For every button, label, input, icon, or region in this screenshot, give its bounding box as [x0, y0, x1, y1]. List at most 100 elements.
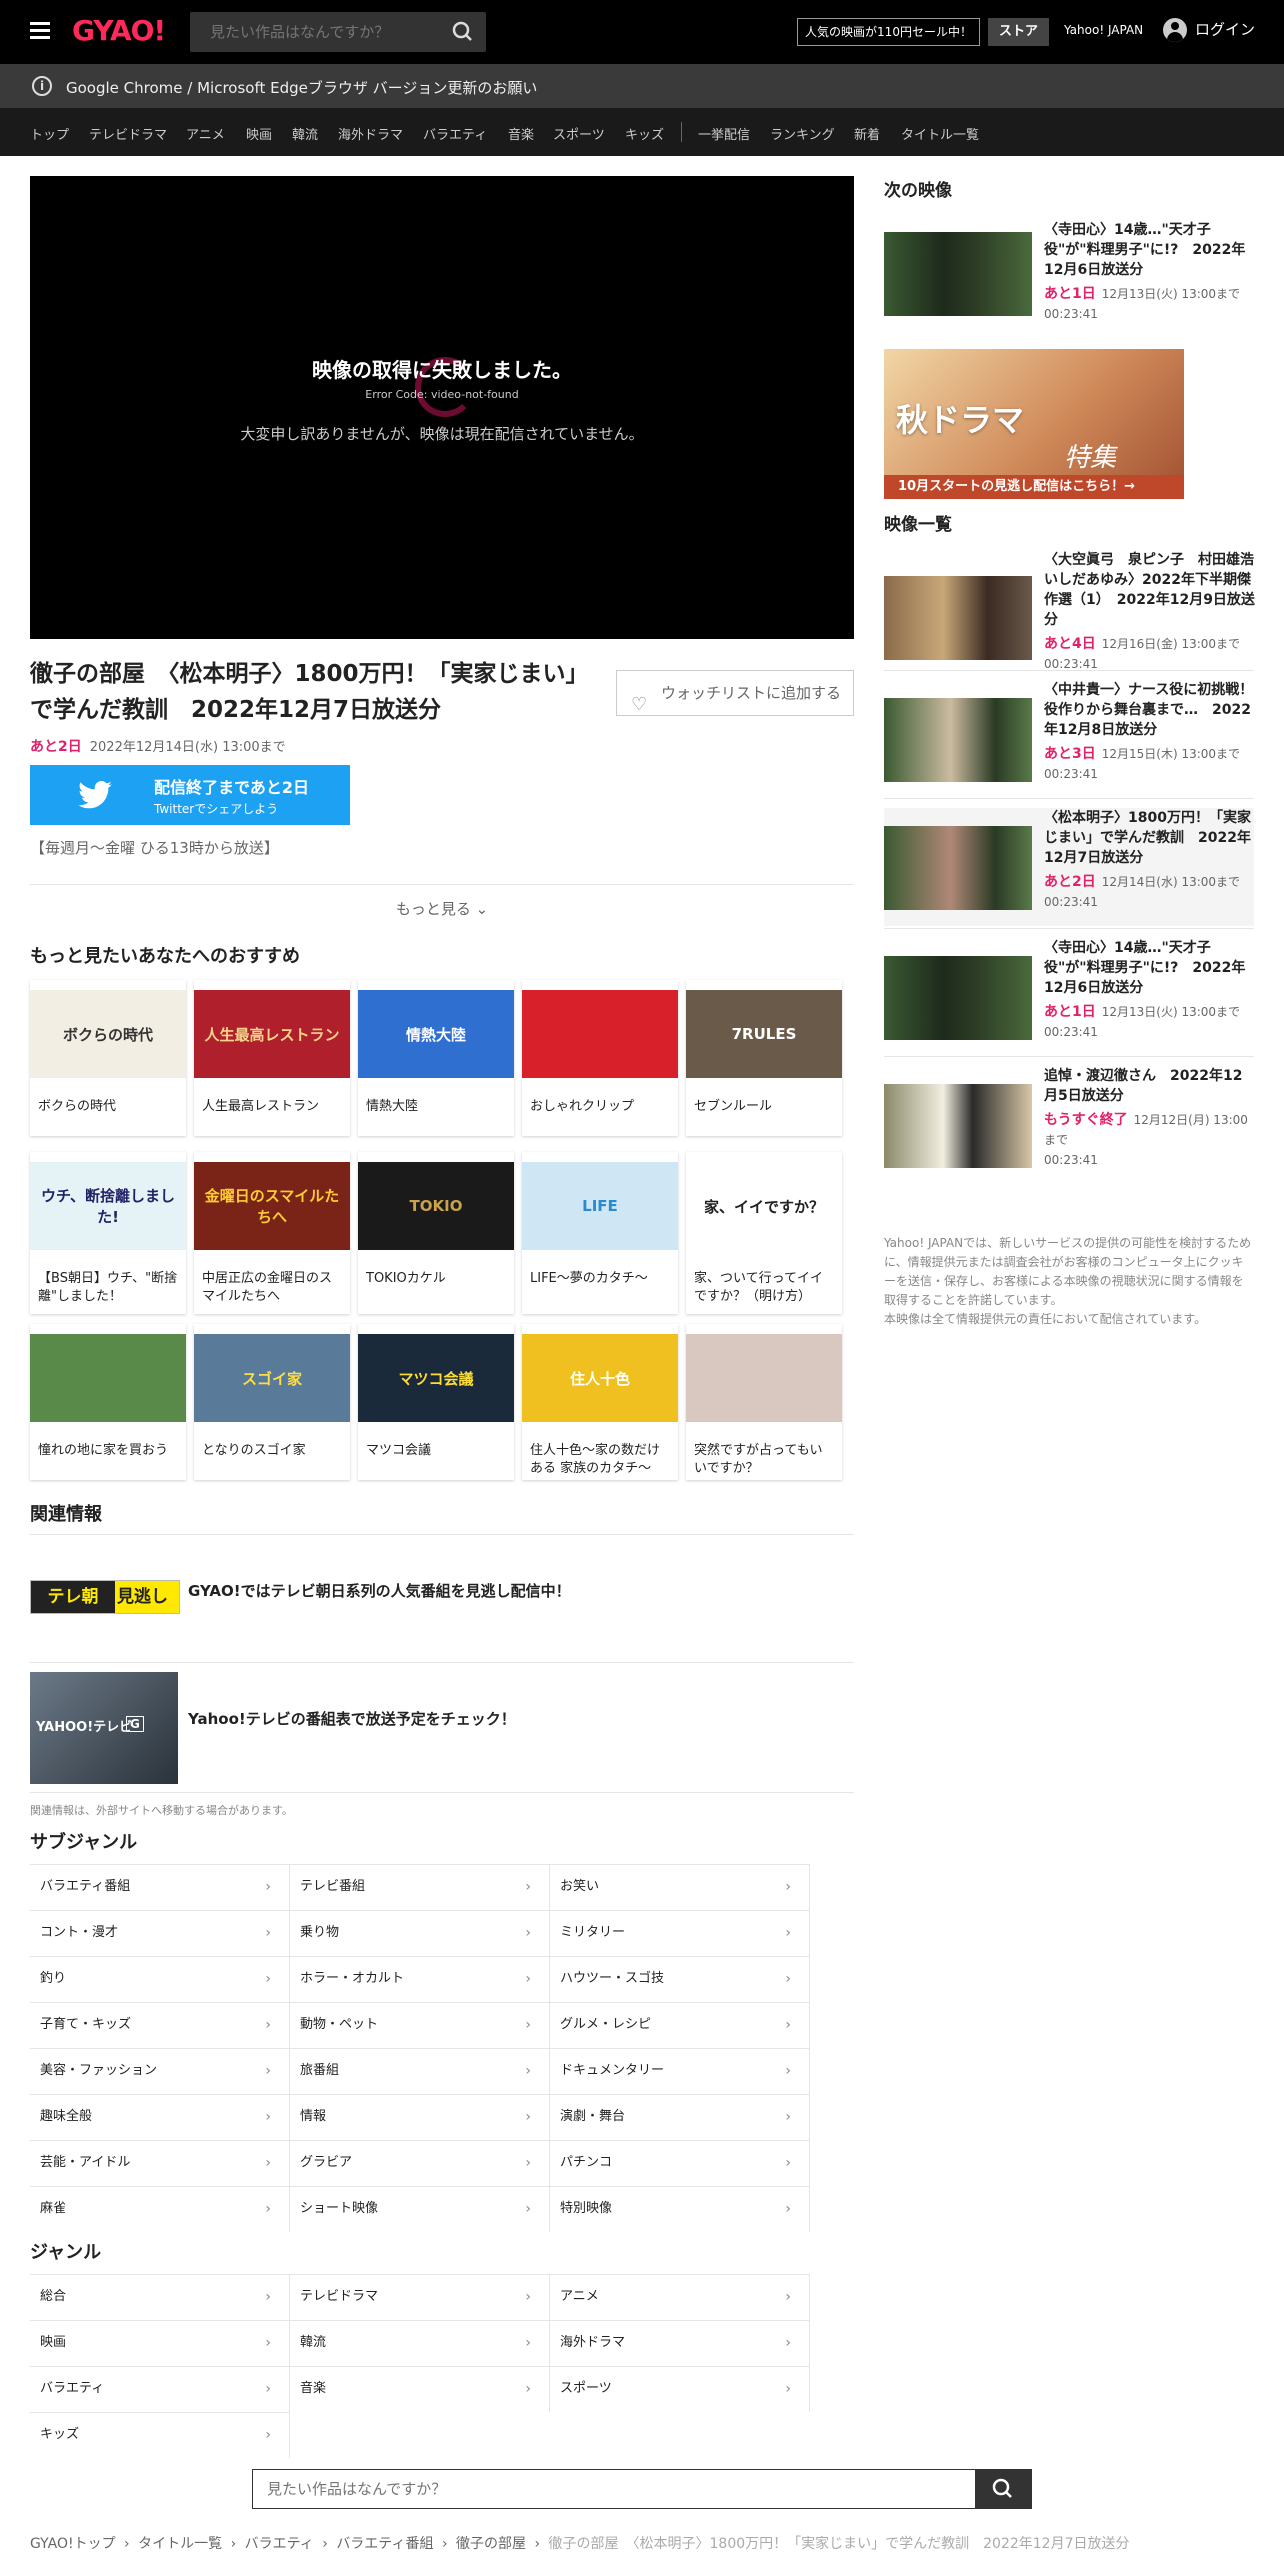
- info-icon: i: [32, 76, 52, 96]
- autumn-drama-banner[interactable]: 秋ドラマ 特集 2022 10月スタートの見逃し配信はこちら！→: [884, 349, 1184, 504]
- nav-ranking[interactable]: ランキング: [770, 124, 835, 143]
- subgenre-item[interactable]: 演劇・舞台 ›: [550, 2094, 810, 2140]
- nav-kids[interactable]: キッズ: [625, 124, 664, 143]
- subgenre-item[interactable]: 情報 ›: [290, 2094, 550, 2140]
- yahoo-tv-banner[interactable]: YAHOO!テレビ G: [30, 1672, 178, 1784]
- recommend-card[interactable]: 情熱大陸 情熱大陸: [358, 980, 514, 1136]
- subgenre-item[interactable]: 子育て・キッズ ›: [30, 2002, 290, 2048]
- recommend-card[interactable]: マツコ会議 マツコ会議: [358, 1324, 514, 1480]
- breadcrumb-item[interactable]: タイトル一覧: [138, 2536, 222, 2552]
- genre-item[interactable]: 海外ドラマ ›: [550, 2320, 810, 2366]
- subgenre-item[interactable]: ドキュメンタリー ›: [550, 2048, 810, 2094]
- yahoo-japan-link[interactable]: Yahoo! JAPAN: [1064, 23, 1143, 37]
- video-list-item[interactable]: 〈大空眞弓 泉ピン子 村田雄浩 いしだあゆみ〉2022年下半期傑作選（1） 20…: [884, 550, 1268, 671]
- nav-movie[interactable]: 映画: [246, 124, 272, 143]
- nav-tv-drama[interactable]: テレビドラマ: [89, 124, 167, 143]
- tvasahi-banner[interactable]: テレ朝 見逃し: [30, 1580, 180, 1614]
- breadcrumb-item[interactable]: GYAO!トップ: [30, 2536, 116, 2552]
- breadcrumb-item[interactable]: バラエティ: [245, 2536, 314, 2552]
- nav-anime[interactable]: アニメ: [186, 124, 225, 143]
- subgenre-item[interactable]: 釣り ›: [30, 1956, 290, 2002]
- subgenre-item[interactable]: パチンコ ›: [550, 2140, 810, 2186]
- search-button[interactable]: [440, 12, 486, 52]
- related-link-yahoo-tv[interactable]: Yahoo!テレビの番組表で放送予定をチェック！: [188, 1708, 516, 1729]
- search-input[interactable]: [190, 12, 440, 52]
- video-player[interactable]: 映像の取得に失敗しました。 Error Code: video-not-foun…: [30, 176, 854, 639]
- subgenre-item[interactable]: 乗り物 ›: [290, 1910, 550, 1956]
- show-more-button[interactable]: もっと見る ⌄: [30, 898, 854, 919]
- genre-item[interactable]: 音楽 ›: [290, 2366, 550, 2412]
- search-icon: [992, 2478, 1012, 2498]
- bottom-search-button[interactable]: [975, 2469, 1032, 2509]
- genre-item[interactable]: バラエティ ›: [30, 2366, 290, 2412]
- video-list-item[interactable]: 〈寺田心〉14歳…"天才子役"が"料理男子"に!? 2022年12月6日放送分あ…: [884, 938, 1254, 1056]
- bottom-search-input[interactable]: [252, 2469, 976, 2509]
- subgenre-item[interactable]: グルメ・レシピ ›: [550, 2002, 810, 2048]
- subgenre-item[interactable]: 特別映像 ›: [550, 2186, 810, 2232]
- store-button[interactable]: ストア: [988, 18, 1049, 46]
- subgenre-item[interactable]: 趣味全般 ›: [30, 2094, 290, 2140]
- video-list-item[interactable]: 〈中井貴一〉ナース役に初挑戦！役作りから舞台裏まで… 2022年12月8日放送分…: [884, 680, 1254, 798]
- nav-top[interactable]: トップ: [30, 124, 69, 143]
- twitter-share-button[interactable]: 配信終了まであと2日 Twitterでシェアしよう: [30, 765, 350, 825]
- subgenre-item[interactable]: グラビア ›: [290, 2140, 550, 2186]
- nav-korean[interactable]: 韓流: [292, 124, 318, 143]
- recommend-card[interactable]: ウチ、断捨離しました! 【BS朝日】ウチ、"断捨離"しました！: [30, 1152, 186, 1314]
- recommend-card[interactable]: 金曜日のスマイルたちへ 中居正広の金曜日のスマイルたちへ: [194, 1152, 350, 1314]
- subgenre-item[interactable]: 美容・ファッション ›: [30, 2048, 290, 2094]
- watchlist-button[interactable]: ♡ ウォッチリストに追加する: [616, 670, 854, 716]
- nav-title-list[interactable]: タイトル一覧: [901, 124, 979, 143]
- recommend-card[interactable]: 7RULES セブンルール: [686, 980, 842, 1136]
- nav-music[interactable]: 音楽: [508, 124, 534, 143]
- login-button[interactable]: ログイン: [1163, 18, 1255, 42]
- video-list-item[interactable]: 〈松本明子〉1800万円！「実家じまい」で学んだ教訓 2022年12月7日放送分…: [884, 808, 1254, 926]
- recommend-card[interactable]: LIFE LIFE～夢のカタチ～: [522, 1152, 678, 1314]
- subgenre-item[interactable]: 旅番組 ›: [290, 2048, 550, 2094]
- menu-icon[interactable]: [30, 22, 50, 40]
- nav-new[interactable]: 新着: [854, 124, 880, 143]
- subgenre-item[interactable]: コント・漫才 ›: [30, 1910, 290, 1956]
- chevron-right-icon: ›: [265, 2381, 271, 2397]
- subgenre-item[interactable]: 動物・ペット ›: [290, 2002, 550, 2048]
- nav-sports[interactable]: スポーツ: [553, 124, 605, 143]
- recommend-card[interactable]: 憧れの地に家を買おう: [30, 1324, 186, 1480]
- genre-item[interactable]: 韓流 ›: [290, 2320, 550, 2366]
- browser-update-notice[interactable]: i Google Chrome / Microsoft Edgeブラウザ バージ…: [0, 64, 1284, 108]
- genre-item[interactable]: テレビドラマ ›: [290, 2274, 550, 2320]
- related-link-tvasahi[interactable]: GYAO!ではテレビ朝日系列の人気番組を見逃し配信中！: [188, 1580, 571, 1601]
- recommend-card[interactable]: TOKIO TOKIOカケル: [358, 1152, 514, 1314]
- subgenre-item[interactable]: ハウツー・スゴ技 ›: [550, 1956, 810, 2002]
- recommend-card[interactable]: ボクらの時代 ボクらの時代: [30, 980, 186, 1136]
- genre-item[interactable]: キッズ ›: [30, 2412, 290, 2458]
- video-list-item[interactable]: 追悼・渡辺徹さん 2022年12月5日放送分 もうすぐ終了 12月12日(月) 13…: [884, 1066, 1254, 1184]
- gyao-logo[interactable]: GYAO!: [72, 14, 166, 47]
- subgenre-item[interactable]: ショート映像 ›: [290, 2186, 550, 2232]
- subgenre-item[interactable]: お笑い ›: [550, 1864, 810, 1910]
- recommend-card[interactable]: 突然ですが占ってもいいですか？: [686, 1324, 842, 1480]
- breadcrumb-item[interactable]: バラエティ番組: [336, 2536, 433, 2552]
- recommend-card[interactable]: 家、イイですか？ 家、ついて行ってイイですか？（明け方）: [686, 1152, 842, 1314]
- subgenre-item[interactable]: ミリタリー ›: [550, 1910, 810, 1956]
- recommend-card[interactable]: おしゃれクリップ: [522, 980, 678, 1136]
- recommend-card[interactable]: 住人十色 住人十色～家の数だけある 家族のカタチ～: [522, 1324, 678, 1480]
- genre-item[interactable]: 総合 ›: [30, 2274, 290, 2320]
- subgenre-item[interactable]: バラエティ番組 ›: [30, 1864, 290, 1910]
- nav-variety[interactable]: バラエティ: [423, 124, 487, 143]
- genre-item[interactable]: スポーツ ›: [550, 2366, 810, 2412]
- recommend-card[interactable]: 人生最高レストラン 人生最高レストラン: [194, 980, 350, 1136]
- nav-binge[interactable]: 一挙配信: [698, 124, 750, 143]
- sale-link[interactable]: 人気の映画が110円セール中！: [797, 18, 980, 46]
- genre-item[interactable]: 映画 ›: [30, 2320, 290, 2366]
- recommend-card[interactable]: スゴイ家 となりのスゴイ家: [194, 1324, 350, 1480]
- genre-item[interactable]: アニメ ›: [550, 2274, 810, 2320]
- chevron-right-icon: ›: [525, 1971, 531, 1987]
- card-thumbnail: [30, 1334, 186, 1422]
- subgenre-item[interactable]: ホラー・オカルト ›: [290, 1956, 550, 2002]
- nav-overseas-drama[interactable]: 海外ドラマ: [338, 124, 403, 143]
- subgenre-item[interactable]: テレビ番組 ›: [290, 1864, 550, 1910]
- breadcrumb-item[interactable]: 徹子の部屋: [456, 2536, 526, 2552]
- subgenre-item[interactable]: 麻雀 ›: [30, 2186, 290, 2232]
- subgenre-item[interactable]: 芸能・アイドル ›: [30, 2140, 290, 2186]
- twitter-line2: Twitterでシェアしよう: [154, 802, 279, 816]
- next-video-item[interactable]: 〈寺田心〉14歳…"天才子役"が"料理男子"に!? 2022年12月6日放送分 …: [884, 220, 1254, 321]
